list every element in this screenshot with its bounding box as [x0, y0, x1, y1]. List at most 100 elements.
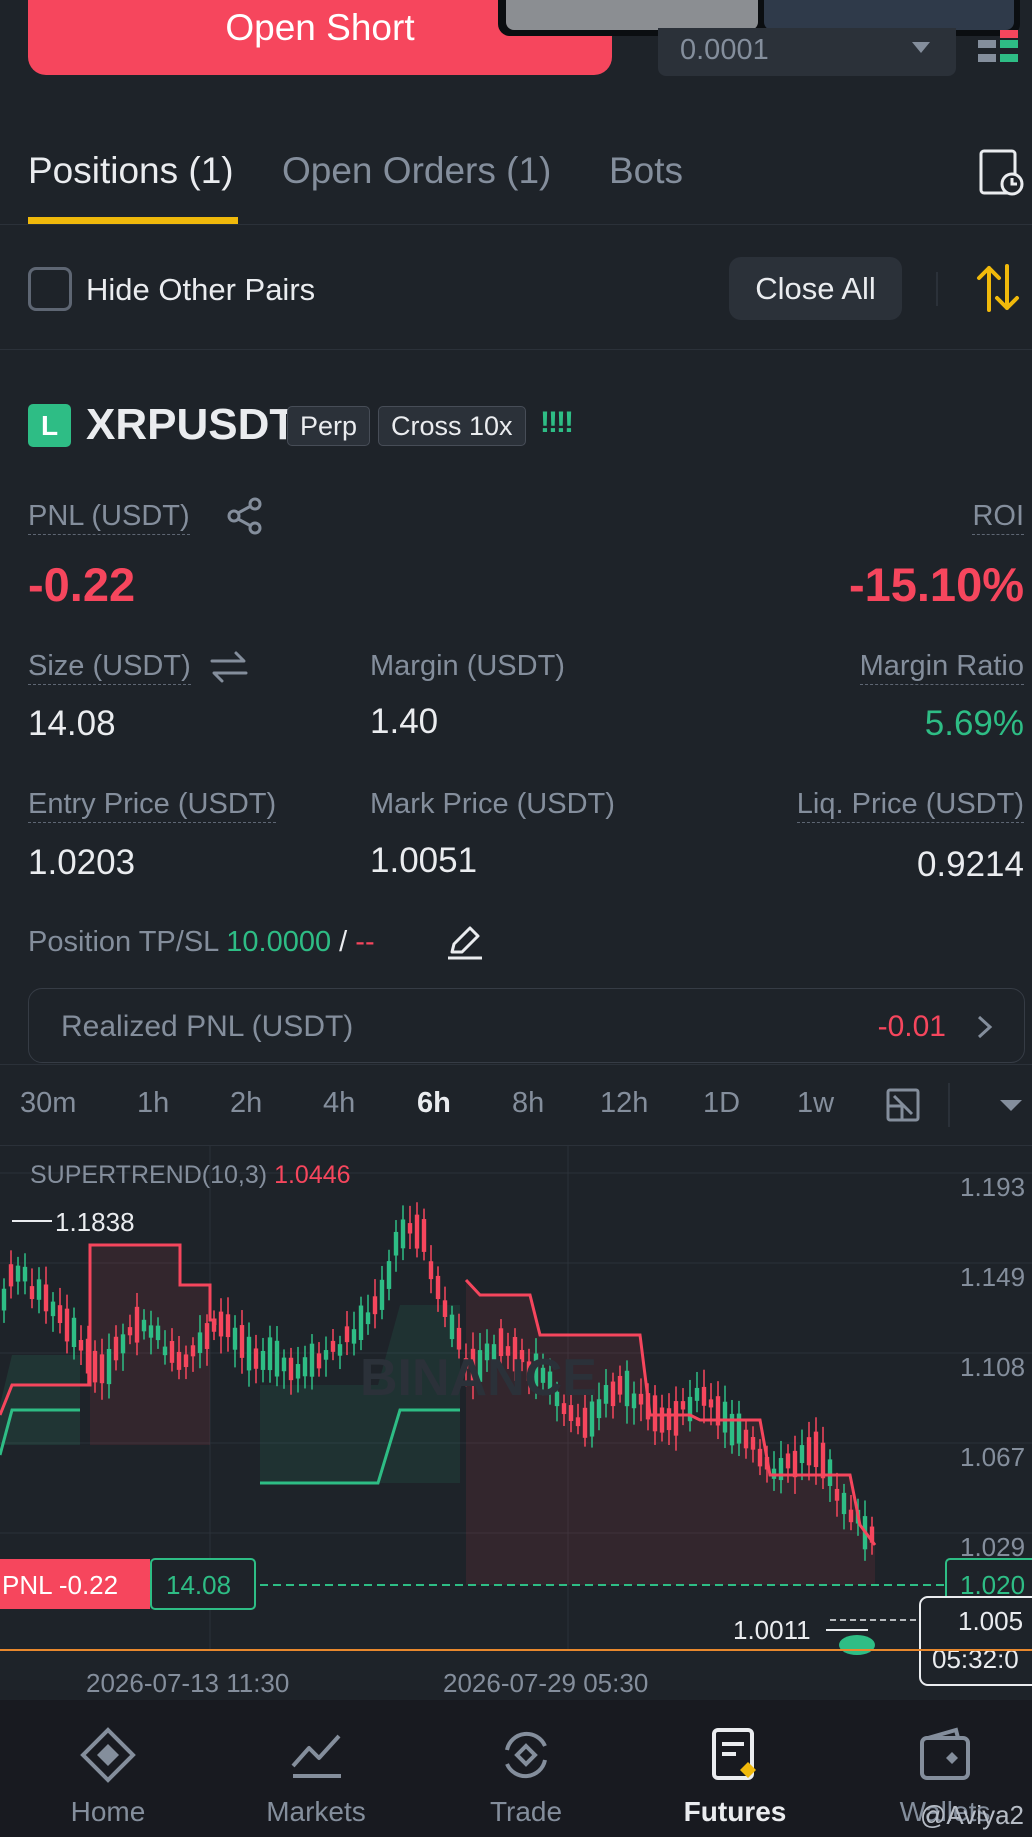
- mark-price-value: 1.0051: [370, 841, 478, 880]
- share-icon[interactable]: [225, 496, 265, 536]
- candle-body: [575, 1417, 581, 1427]
- perp-tag: Perp: [287, 406, 371, 446]
- candle-body: [169, 1340, 175, 1363]
- candle-body: [267, 1337, 273, 1371]
- nav-trade[interactable]: Trade: [456, 1726, 596, 1828]
- tf-30m[interactable]: 30m: [20, 1087, 76, 1120]
- candle-body: [8, 1264, 14, 1287]
- candle-body: [232, 1327, 238, 1350]
- candle-countdown: 05:32:0: [932, 1644, 1019, 1674]
- candle-body: [680, 1401, 686, 1410]
- entry-price-value: 1.0203: [28, 843, 136, 882]
- candle-body: [36, 1279, 42, 1300]
- candle-body: [750, 1437, 756, 1450]
- mark-axis-tag: 1.005: [958, 1606, 1023, 1636]
- tab-open-orders[interactable]: Open Orders (1): [282, 150, 551, 192]
- candle-body: [708, 1399, 714, 1408]
- nav-markets[interactable]: Markets: [246, 1726, 386, 1828]
- price-axis-label: 1.108: [960, 1352, 1025, 1382]
- candle-body: [722, 1401, 728, 1433]
- candle-body: [841, 1492, 847, 1515]
- mark-price-label: Mark Price (USDT): [370, 788, 615, 820]
- candle-body: [155, 1325, 161, 1341]
- price-axis-label: 1.029: [960, 1532, 1025, 1562]
- candle-body: [785, 1453, 791, 1469]
- tp-value: 10.0000: [226, 926, 332, 958]
- candle-body: [253, 1348, 259, 1369]
- markets-icon: [291, 1734, 341, 1778]
- tab-bots[interactable]: Bots: [609, 150, 683, 192]
- sort-arrows-icon[interactable]: [975, 262, 1021, 314]
- realized-pnl-label: Realized PNL (USDT): [61, 1010, 354, 1043]
- tabs-divider: [0, 224, 1032, 225]
- candle-body: [337, 1344, 343, 1356]
- tf-8h[interactable]: 8h: [512, 1087, 544, 1120]
- entry-price-label: Entry Price (USDT): [28, 788, 277, 823]
- candle-body: [274, 1340, 280, 1377]
- candle-body: [64, 1308, 70, 1342]
- candle-body: [71, 1317, 77, 1348]
- candle-body: [239, 1325, 245, 1358]
- entry-axis-tag: 1.020: [960, 1570, 1025, 1600]
- nav-home[interactable]: Home: [38, 1726, 178, 1828]
- precision-value: 0.0001: [680, 34, 769, 66]
- chart-style-icon[interactable]: [886, 1088, 920, 1122]
- filter-divider: [0, 349, 1032, 350]
- thumbnail-frame-2: [764, 0, 1014, 30]
- candle-body: [22, 1266, 28, 1282]
- tab-positions[interactable]: Positions (1): [28, 150, 234, 192]
- price-axis-label: 1.149: [960, 1262, 1025, 1292]
- nav-markets-label: Markets: [266, 1796, 366, 1827]
- active-tab-indicator: [28, 217, 238, 224]
- candle-body: [120, 1334, 126, 1354]
- candle-body: [43, 1284, 49, 1312]
- history-icon[interactable]: [978, 148, 1024, 198]
- realized-pnl-row[interactable]: Realized PNL (USDT) -0.01: [28, 988, 1025, 1063]
- price-axis-label: 1.067: [960, 1442, 1025, 1472]
- margin-mode-tag[interactable]: Cross 10x: [378, 406, 526, 446]
- candle-body: [701, 1386, 707, 1406]
- tf-12h[interactable]: 12h: [600, 1087, 648, 1120]
- tf-6h[interactable]: 6h: [417, 1087, 451, 1120]
- candle-body: [624, 1370, 630, 1407]
- futures-icon: [712, 1728, 756, 1780]
- pnl-label: PNL (USDT): [28, 500, 190, 535]
- filter-separator: [936, 272, 938, 306]
- tf-4h[interactable]: 4h: [323, 1087, 355, 1120]
- chevron-down-icon[interactable]: [1000, 1100, 1022, 1111]
- tf-1h[interactable]: 1h: [137, 1087, 169, 1120]
- tf-1w[interactable]: 1w: [797, 1087, 834, 1120]
- candle-body: [106, 1348, 112, 1385]
- adl-indicator: !!!!: [540, 406, 574, 439]
- close-all-button[interactable]: Close All: [729, 257, 902, 320]
- candle-body: [162, 1346, 168, 1356]
- candle-body: [246, 1336, 252, 1371]
- watermark-username: @Aviya2: [920, 1800, 1024, 1830]
- position-symbol[interactable]: XRPUSDT: [86, 400, 296, 450]
- price-chart[interactable]: BINANCE SUPERTREND(10,3) 1.0446 1.1931.1…: [0, 1145, 1032, 1705]
- indicator-value: 1.0446: [274, 1161, 350, 1189]
- low-price-label: 1.0011: [733, 1615, 811, 1645]
- swap-unit-icon[interactable]: [210, 650, 248, 684]
- hide-other-pairs-checkbox[interactable]: [28, 267, 72, 311]
- tf-1d[interactable]: 1D: [703, 1087, 740, 1120]
- candle-body: [435, 1275, 441, 1300]
- precision-dropdown[interactable]: 0.0001: [658, 28, 956, 76]
- candle-body: [428, 1261, 434, 1280]
- edit-pencil-icon[interactable]: [446, 922, 484, 960]
- candle-body: [365, 1312, 371, 1325]
- candle-body: [295, 1364, 301, 1379]
- tf-2h[interactable]: 2h: [230, 1087, 262, 1120]
- candle-body: [218, 1311, 224, 1337]
- candle-body: [407, 1223, 413, 1234]
- size-value: 14.08: [28, 704, 116, 743]
- chevron-down-icon: [912, 42, 930, 53]
- candle-body: [281, 1357, 287, 1372]
- liq-price-label: Liq. Price (USDT): [796, 788, 1024, 823]
- candle-body: [141, 1319, 147, 1332]
- nav-futures[interactable]: Futures: [665, 1726, 805, 1828]
- candle-body: [57, 1305, 63, 1324]
- orderbook-layout-icon[interactable]: [978, 30, 1022, 72]
- candle-body: [820, 1442, 826, 1479]
- pnl-tag: PNL -0.22: [2, 1570, 118, 1600]
